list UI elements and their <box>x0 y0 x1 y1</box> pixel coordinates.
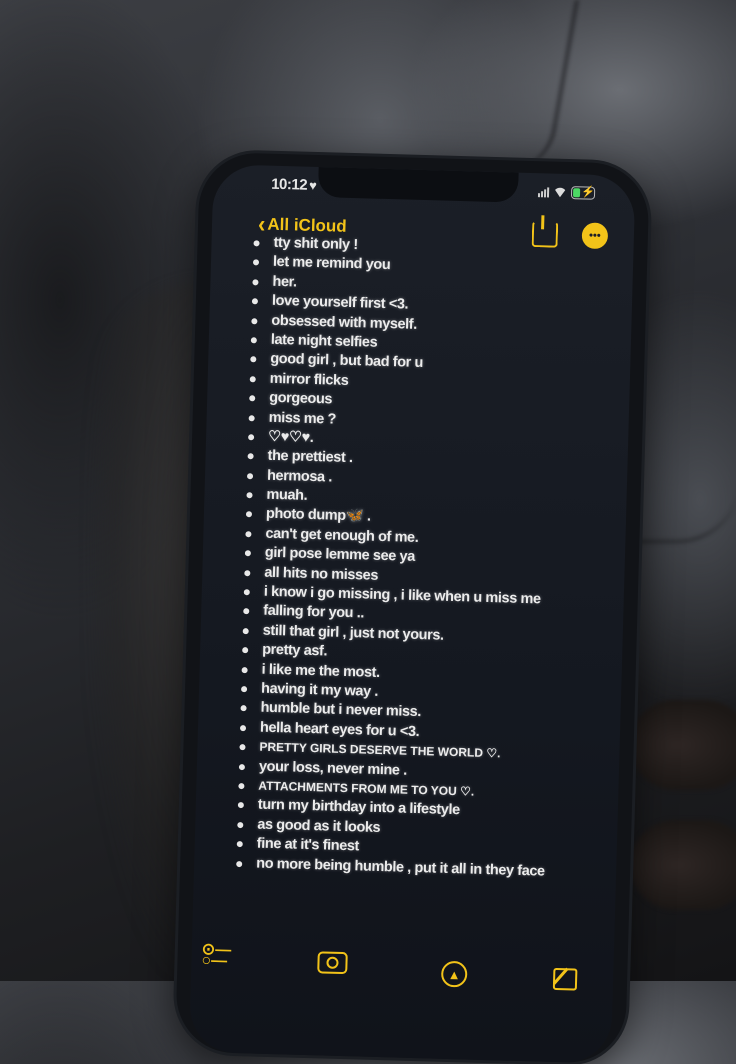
checklist-button[interactable]: ⊙— ○— <box>201 941 232 970</box>
camera-button[interactable] <box>317 951 348 975</box>
background-marble-vein <box>455 0 579 170</box>
compose-button[interactable] <box>552 967 578 991</box>
list-item-suffix: . <box>363 508 371 526</box>
markup-button[interactable]: ▲ <box>440 960 468 988</box>
status-icons: ⚡ <box>537 185 596 200</box>
notch <box>317 167 519 203</box>
compose-icon <box>552 967 569 985</box>
status-time: 10:12 ♥ <box>271 176 317 194</box>
bottom-toolbar: ⊙— ○— ▲ <box>191 941 614 1004</box>
markup-pen-icon: ▲ <box>447 966 461 982</box>
finger <box>630 820 736 910</box>
phone: 10:12 ♥ ⚡ ‹ All iCloud ••• tty shit only … <box>174 151 650 1064</box>
note-bullet-list[interactable]: tty shit only ! let me remind you her. l… <box>234 233 624 883</box>
wifi-icon <box>553 187 567 197</box>
clock: 10:12 <box>270 175 308 194</box>
checklist-icon: ⊙— ○— <box>201 941 232 970</box>
notes-screen: 10:12 ♥ ⚡ ‹ All iCloud ••• tty shit only … <box>188 164 636 1064</box>
cellular-signal-icon <box>537 186 550 198</box>
battery-charging-icon: ⚡ <box>570 186 596 200</box>
heart-icon: ♥ <box>308 177 317 193</box>
finger <box>630 700 736 790</box>
list-item-text: photo dump <box>265 506 346 525</box>
camera-icon <box>326 956 339 969</box>
butterfly-icon: 🦋 <box>345 508 364 525</box>
